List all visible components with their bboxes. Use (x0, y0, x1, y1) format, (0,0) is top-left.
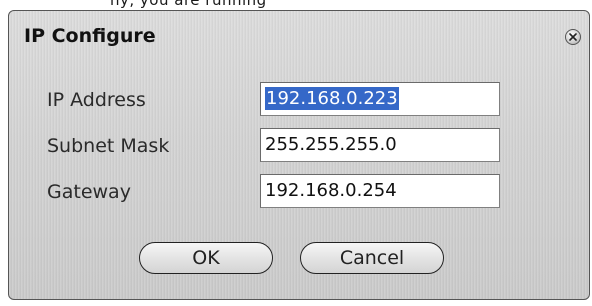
background-text: ny, you are running (110, 0, 267, 9)
subnet-mask-input[interactable]: 255.255.255.0 (260, 128, 500, 162)
ok-button[interactable]: OK (139, 242, 273, 274)
ip-address-value: 192.168.0.223 (265, 87, 399, 110)
gateway-value: 192.168.0.254 (265, 180, 397, 201)
ip-configure-dialog: IP Configure IP Address 192.168.0.223 Su… (8, 10, 590, 300)
background-text-fragment: ny, you are running (0, 0, 592, 10)
dialog-title: IP Configure (24, 25, 156, 47)
subnet-mask-label: Subnet Mask (47, 135, 170, 157)
cancel-button[interactable]: Cancel (300, 242, 444, 274)
subnet-mask-value: 255.255.255.0 (265, 134, 397, 155)
ip-address-label: IP Address (47, 89, 146, 111)
gateway-label: Gateway (47, 181, 131, 203)
close-button[interactable] (565, 29, 581, 45)
ip-address-input[interactable]: 192.168.0.223 (260, 82, 500, 116)
close-icon (569, 33, 577, 41)
gateway-input[interactable]: 192.168.0.254 (260, 174, 500, 208)
